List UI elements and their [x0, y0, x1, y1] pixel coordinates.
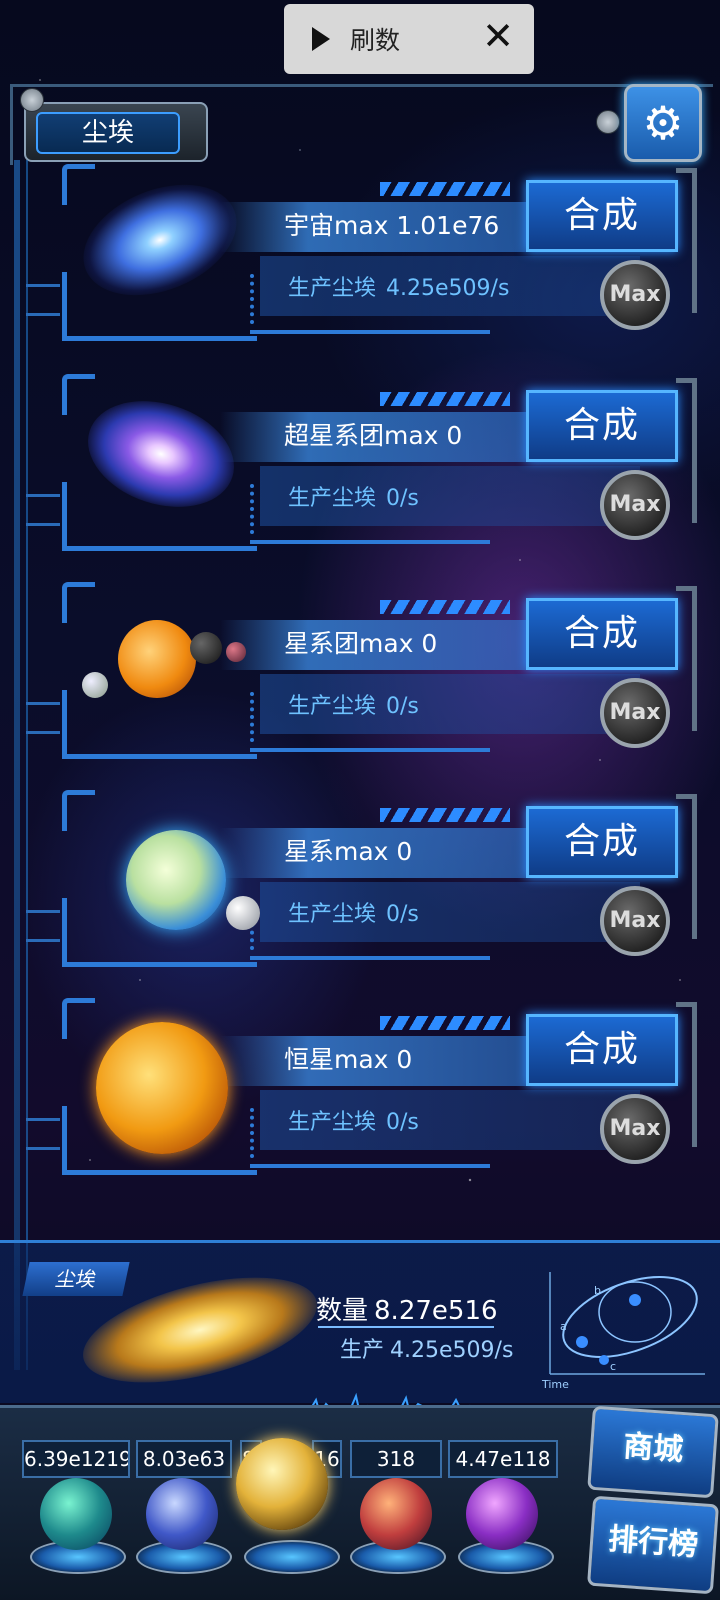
shop-button[interactable]: 商城 — [587, 1405, 719, 1499]
galaxy-planet-icon — [126, 830, 226, 930]
orbit-diagram: a b c Time — [541, 1272, 705, 1391]
planet-icon — [226, 642, 246, 662]
counter-1: 6.39e1219 — [22, 1440, 130, 1478]
unit-name: 宇宙max 1.01e76 — [284, 211, 500, 240]
production-text: 生产尘埃 4.25e509/s — [288, 276, 510, 301]
button-frame — [676, 1002, 697, 1147]
production-text: 生产尘埃 0/s — [288, 1110, 419, 1135]
button-frame — [676, 794, 697, 939]
sun-icon — [118, 620, 196, 698]
unit-name: 星系团max 0 — [284, 629, 438, 658]
production-text: 生产尘埃 0/s — [288, 902, 419, 927]
synthesize-button[interactable]: 合成 — [526, 598, 678, 670]
stripe-decoration — [380, 600, 510, 614]
dust-orb-icon[interactable] — [236, 1438, 328, 1530]
max-button[interactable]: Max — [600, 470, 670, 540]
close-icon[interactable]: ✕ — [482, 16, 514, 56]
button-frame — [676, 586, 697, 731]
base-line — [250, 748, 490, 752]
star-icon — [96, 1022, 228, 1154]
orbit-axis-label: Time — [541, 1378, 569, 1391]
synthesize-button[interactable]: 合成 — [526, 390, 678, 462]
bracket — [62, 164, 95, 205]
stripe-decoration — [380, 1016, 510, 1030]
left-rail — [14, 160, 20, 1370]
brain-orb-icon[interactable] — [360, 1478, 432, 1550]
production-text: 生产尘埃 0/s — [288, 486, 419, 511]
orbit-label-b: b — [594, 1284, 601, 1297]
connector — [26, 910, 60, 942]
unit-row-supercluster: 超星系团max 0 生产尘埃 0/s 合成 Max — [26, 374, 700, 564]
unit-name: 星系max 0 — [284, 837, 413, 866]
unit-row-galaxy: 星系max 0 生产尘埃 0/s 合成 Max — [26, 790, 700, 980]
planet-icon — [190, 632, 222, 664]
connector — [26, 494, 60, 526]
unit-name: 超星系团max 0 — [284, 421, 463, 450]
bracket — [62, 790, 95, 831]
vortex-orb-icon[interactable] — [466, 1478, 538, 1550]
dust-quantity: 数量 8.27e516 — [316, 1296, 498, 1326]
page-title: 尘埃 — [36, 112, 180, 154]
base-line — [250, 1164, 490, 1168]
base-line — [250, 540, 490, 544]
counter-5: 4.47e118 — [448, 1440, 558, 1478]
button-frame — [676, 168, 697, 313]
settings-button[interactable]: ⚙ — [624, 84, 702, 162]
dust-rate: 生产 4.25e509/s — [340, 1338, 514, 1363]
moon-icon — [226, 896, 260, 930]
divider — [318, 1326, 494, 1328]
lightning-orb-icon[interactable] — [146, 1478, 218, 1550]
synthesize-button[interactable]: 合成 — [526, 1014, 678, 1086]
connector — [26, 284, 60, 316]
play-icon[interactable] — [312, 27, 330, 51]
bracket — [62, 374, 95, 415]
record-toast[interactable]: 刷数 ✕ — [284, 4, 534, 74]
game-screen: 刷数 ✕ 尘埃 ⚙ 宇宙max 1.01e76 生产尘埃 4.25e509/s 合… — [0, 0, 720, 1600]
dust-tab: 尘埃 — [22, 1262, 130, 1296]
header-frame: 尘埃 — [10, 80, 713, 170]
max-button[interactable]: Max — [600, 1094, 670, 1164]
unit-row-star: 恒星max 0 生产尘埃 0/s 合成 Max — [26, 998, 700, 1188]
leaderboard-button[interactable]: 排行榜 — [587, 1495, 719, 1595]
counter-2: 8.03e63 — [136, 1440, 232, 1478]
base-line — [250, 956, 490, 960]
left-rail-thin — [26, 160, 28, 1370]
button-frame — [676, 378, 697, 523]
pedestal — [244, 1540, 340, 1574]
counter-4: 318 — [350, 1440, 442, 1478]
screw-icon — [20, 88, 44, 112]
orbit-label-a: a — [560, 1320, 567, 1333]
bracket — [62, 582, 95, 623]
max-button[interactable]: Max — [600, 886, 670, 956]
connector — [26, 1118, 60, 1150]
unit-row-universe: 宇宙max 1.01e76 生产尘埃 4.25e509/s 合成 Max — [26, 163, 700, 354]
screw-icon — [596, 110, 620, 134]
gear-icon: ⚙ — [642, 96, 684, 150]
max-button[interactable]: Max — [600, 260, 670, 330]
synthesize-button[interactable]: 合成 — [526, 806, 678, 878]
stripe-decoration — [380, 808, 510, 822]
max-button[interactable]: Max — [600, 678, 670, 748]
record-label: 刷数 — [350, 26, 401, 55]
stripe-decoration — [380, 392, 510, 406]
title-plate: 尘埃 — [24, 102, 208, 162]
bracket — [62, 998, 95, 1039]
synthesize-button[interactable]: 合成 — [526, 180, 678, 252]
production-text: 生产尘埃 0/s — [288, 694, 419, 719]
connector — [26, 702, 60, 734]
unit-name: 恒星max 0 — [284, 1045, 413, 1074]
stripe-decoration — [380, 182, 510, 196]
unit-row-cluster: 星系团max 0 生产尘埃 0/s 合成 Max — [26, 582, 700, 772]
orbit-label-c: c — [610, 1360, 616, 1373]
bracket — [62, 690, 257, 759]
planet-icon — [82, 672, 108, 698]
base-line — [250, 330, 490, 334]
atom-orb-icon[interactable] — [40, 1478, 112, 1550]
